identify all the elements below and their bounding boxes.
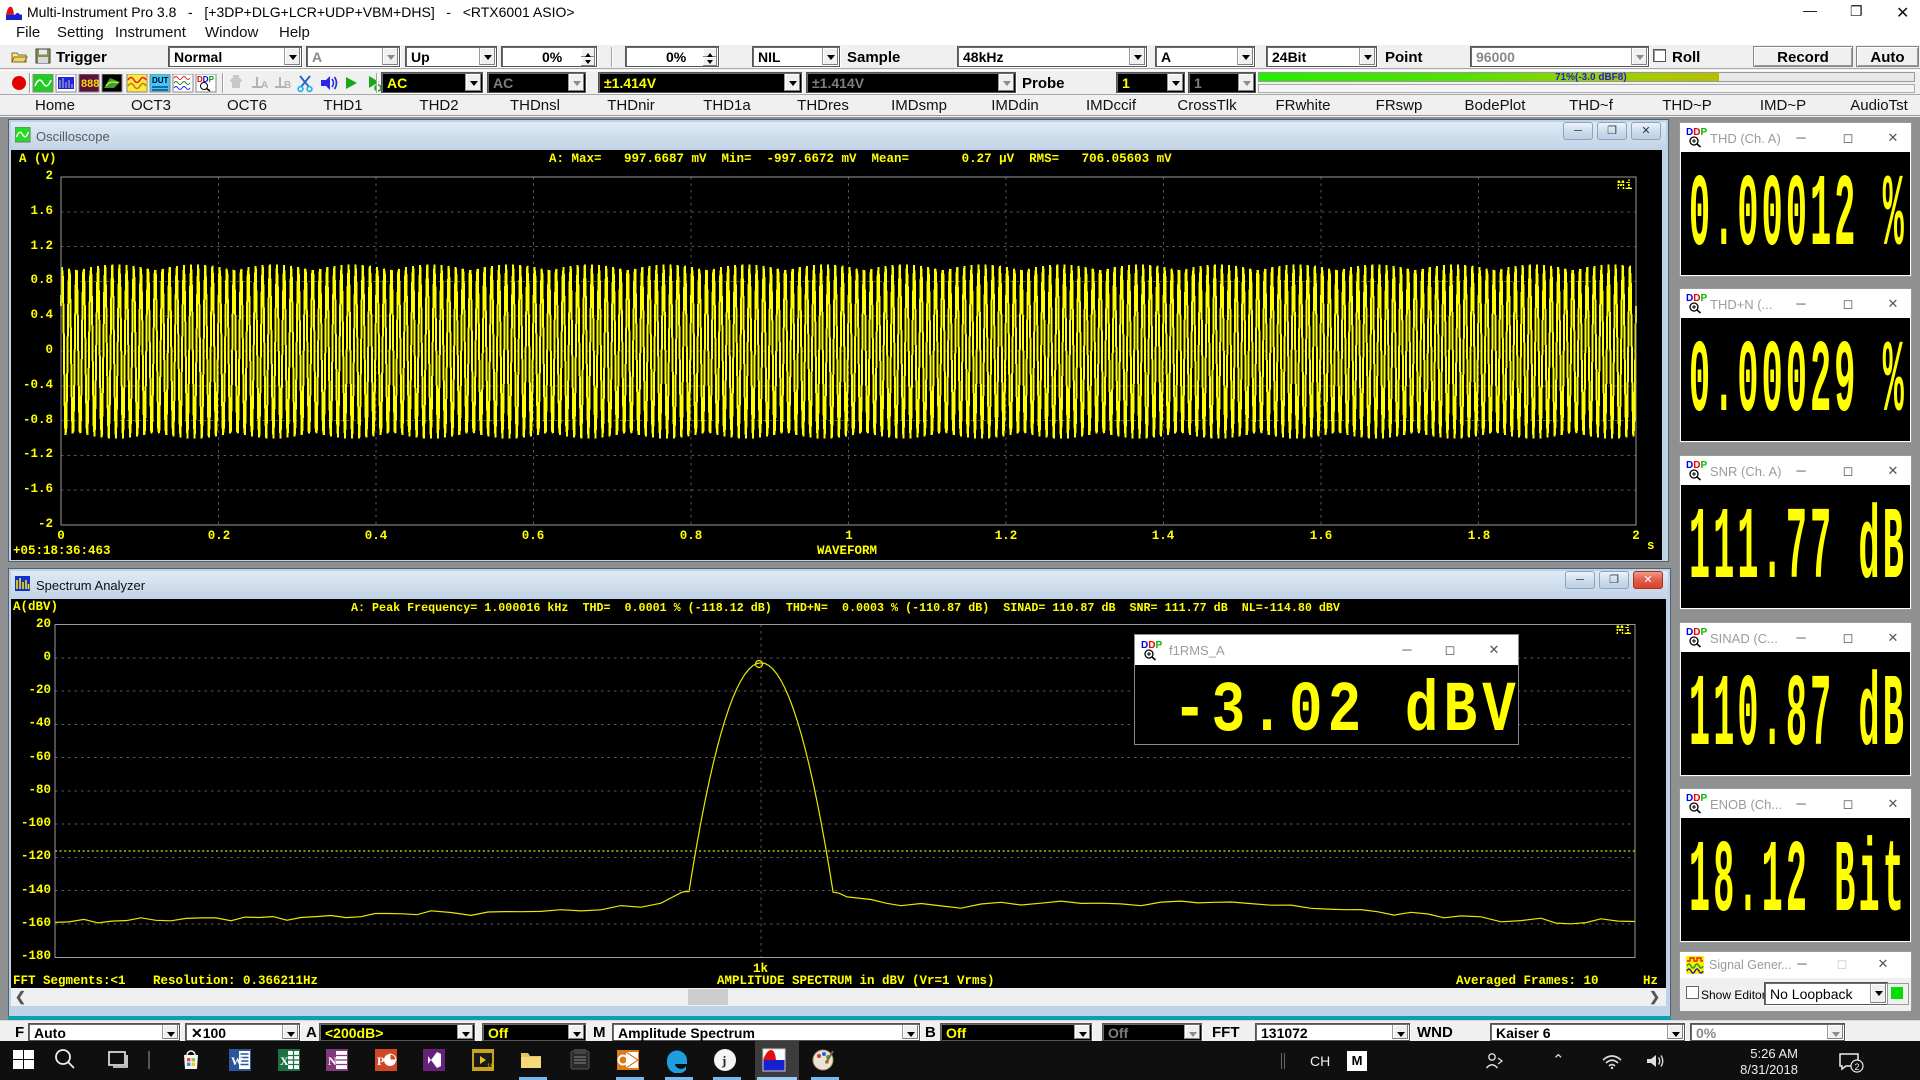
svg-text:DDP: DDP [1686, 627, 1707, 638]
svg-text:DDP: DDP [1141, 640, 1162, 651]
svg-text:888: 888 [81, 78, 99, 90]
svg-text:B: B [284, 80, 291, 91]
svg-text:W: W [231, 1054, 243, 1068]
svg-text:DDP: DDP [1686, 293, 1707, 304]
svg-text:DDP: DDP [1686, 460, 1707, 471]
svg-text:j: j [721, 1053, 726, 1068]
svg-text:DDP: DDP [1686, 793, 1707, 804]
svg-text:16: 16 [487, 1064, 494, 1070]
svg-text:P: P [377, 1054, 384, 1068]
svg-text:A: A [261, 80, 268, 91]
svg-text:DDP: DDP [1686, 127, 1707, 138]
svg-text:2: 2 [1855, 1062, 1860, 1072]
svg-text:DUT: DUT [152, 76, 169, 85]
svg-text:X: X [280, 1054, 289, 1068]
svg-text:N: N [328, 1054, 337, 1068]
